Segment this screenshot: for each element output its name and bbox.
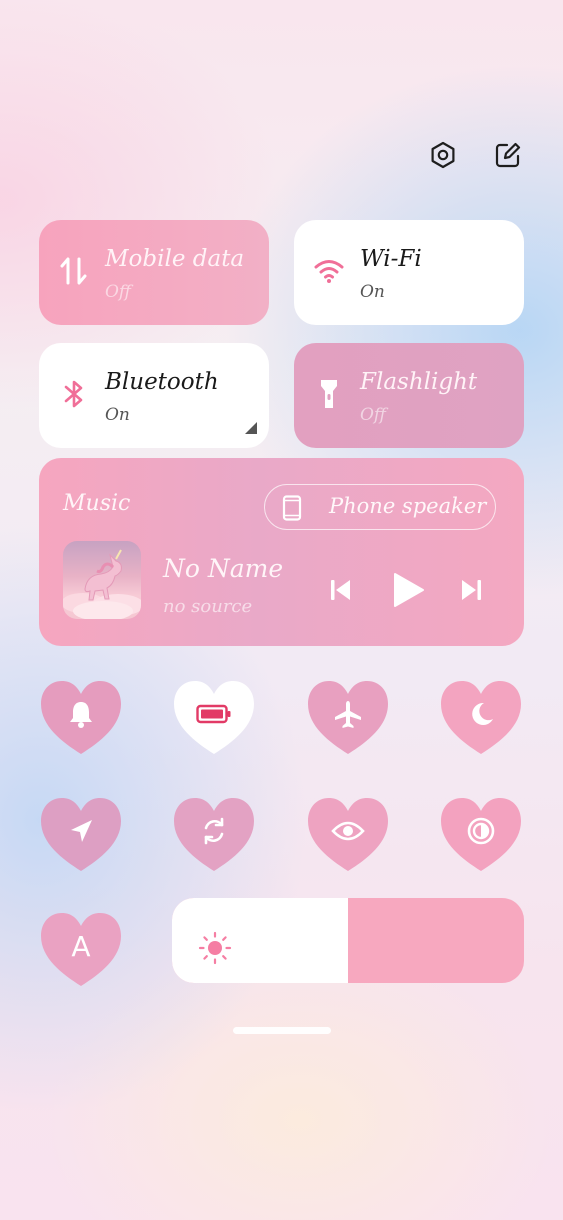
previous-icon xyxy=(331,580,350,600)
eye-comfort-toggle[interactable] xyxy=(305,795,391,875)
mobile-data-title: Mobile data xyxy=(105,246,245,272)
dark-mode-toggle[interactable] xyxy=(438,795,524,875)
eye-comfort-icon xyxy=(305,795,391,867)
play-button[interactable] xyxy=(391,572,425,612)
wifi-icon xyxy=(312,254,346,288)
home-indicator[interactable] xyxy=(233,1027,331,1034)
sun-icon xyxy=(198,931,232,969)
settings-button[interactable] xyxy=(428,141,458,173)
flashlight-tile[interactable]: Flashlight Off xyxy=(294,343,524,448)
track-source: no source xyxy=(163,596,253,617)
moon-icon xyxy=(438,678,524,750)
flashlight-status: Off xyxy=(360,405,386,425)
battery-saver-icon xyxy=(171,678,257,750)
brightness-slider[interactable] xyxy=(172,898,524,983)
wifi-title: Wi-Fi xyxy=(360,246,422,272)
flashlight-title: Flashlight xyxy=(360,369,478,395)
bluetooth-status: On xyxy=(105,405,130,425)
mobile-data-status: Off xyxy=(105,282,131,302)
mobile-data-tile[interactable]: Mobile data Off xyxy=(39,220,269,325)
next-icon xyxy=(462,580,481,600)
phone-speaker-icon xyxy=(282,495,302,525)
auto-brightness-label: A xyxy=(71,929,91,963)
bell-icon xyxy=(38,678,124,750)
bluetooth-icon xyxy=(57,377,91,411)
edit-icon xyxy=(494,141,522,173)
album-art xyxy=(63,541,141,619)
play-icon xyxy=(394,573,424,607)
next-button[interactable] xyxy=(459,578,483,606)
sound-toggle[interactable] xyxy=(38,678,124,758)
settings-icon xyxy=(429,141,457,173)
auto-rotate-toggle[interactable] xyxy=(171,795,257,875)
output-device-button[interactable]: Phone speaker xyxy=(264,484,496,530)
output-device-label: Phone speaker xyxy=(329,494,487,518)
location-toggle[interactable] xyxy=(38,795,124,875)
auto-brightness-icon: A xyxy=(38,910,124,982)
track-title: No Name xyxy=(163,554,284,583)
airplane-icon xyxy=(305,678,391,750)
bluetooth-tile[interactable]: Bluetooth On xyxy=(39,343,269,448)
location-icon xyxy=(38,795,124,867)
auto-rotate-icon xyxy=(171,795,257,867)
bluetooth-title: Bluetooth xyxy=(105,369,219,395)
music-label: Music xyxy=(63,491,131,516)
expand-corner-icon[interactable] xyxy=(245,419,257,438)
wifi-status: On xyxy=(360,282,385,302)
do-not-disturb-toggle[interactable] xyxy=(438,678,524,758)
battery-saver-toggle[interactable] xyxy=(171,678,257,758)
previous-button[interactable] xyxy=(329,578,353,606)
mobile-data-icon xyxy=(57,254,91,288)
wifi-tile[interactable]: Wi-Fi On xyxy=(294,220,524,325)
flashlight-icon xyxy=(312,377,346,411)
edit-button[interactable] xyxy=(493,142,523,172)
airplane-toggle[interactable] xyxy=(305,678,391,758)
auto-brightness-toggle[interactable]: A xyxy=(38,910,124,990)
music-player-card[interactable]: Music Phone speaker No Name no source xyxy=(39,458,524,646)
dark-mode-icon xyxy=(438,795,524,867)
